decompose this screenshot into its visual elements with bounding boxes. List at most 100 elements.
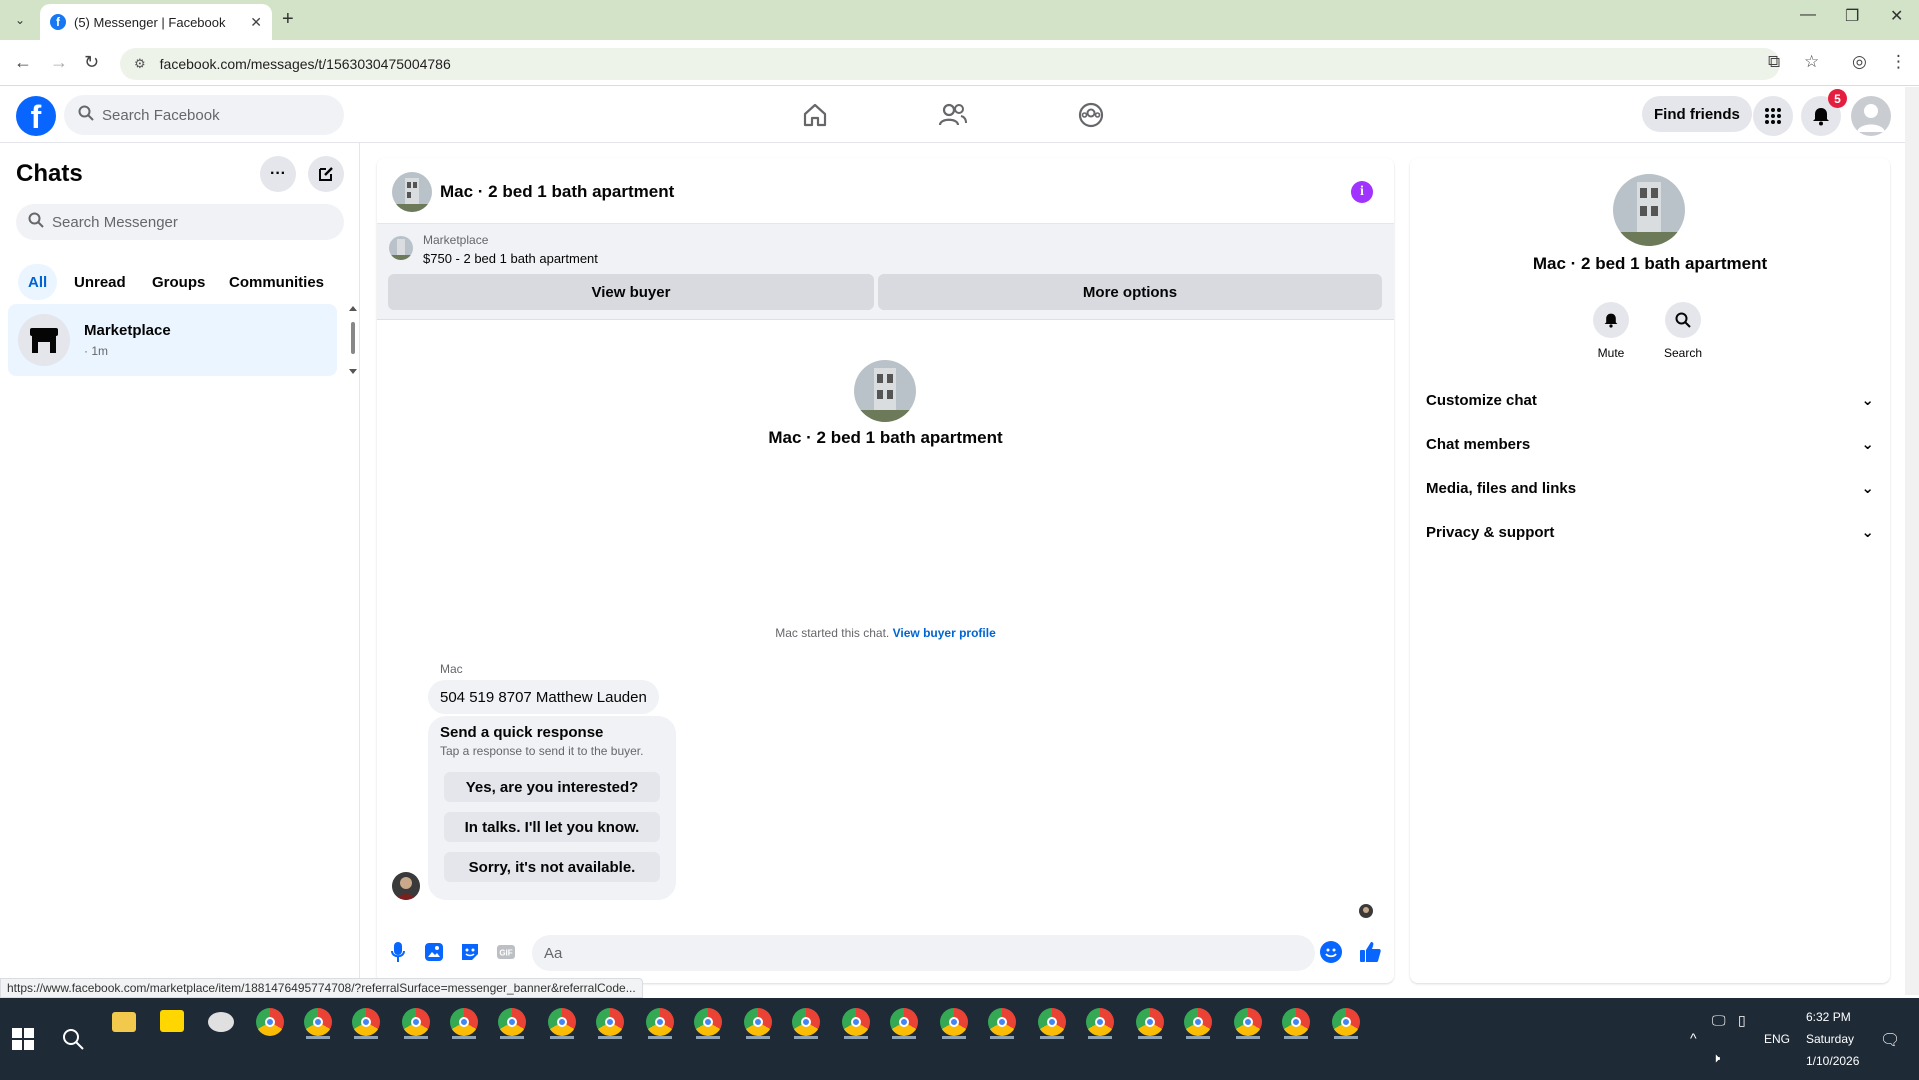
clock-day[interactable]: Saturday [1806, 1032, 1854, 1046]
chrome-taskbar-icon[interactable] [1282, 1008, 1310, 1036]
chrome-taskbar-icon[interactable] [596, 1008, 624, 1036]
chrome-taskbar-icon[interactable] [842, 1008, 870, 1036]
bell-icon[interactable] [1593, 302, 1629, 338]
find-friends-button[interactable]: Find friends [1642, 96, 1752, 132]
chat-list-scrollbar[interactable] [349, 306, 357, 374]
browser-tab[interactable]: f (5) Messenger | Facebook ✕ [40, 4, 272, 40]
filter-all[interactable]: All [18, 264, 58, 300]
emoji-icon[interactable] [1320, 941, 1342, 963]
search-icon[interactable] [1665, 302, 1701, 338]
listing-title[interactable]: $750 - 2 bed 1 bath apartment [423, 251, 598, 266]
new-message-button[interactable] [308, 156, 344, 192]
chrome-taskbar-icon[interactable] [256, 1008, 284, 1036]
more-options-button[interactable]: More options [878, 274, 1382, 310]
home-icon[interactable] [801, 101, 829, 129]
forward-button[interactable]: → [50, 52, 68, 73]
chrome-taskbar-icon[interactable] [940, 1008, 968, 1036]
network-icon[interactable]: 🖵 [1712, 1012, 1726, 1029]
chrome-taskbar-icon[interactable] [1086, 1008, 1114, 1036]
chrome-taskbar-icon[interactable] [402, 1008, 430, 1036]
site-info-icon[interactable]: ⚙ [134, 56, 146, 72]
chrome-taskbar-icon[interactable] [988, 1008, 1016, 1036]
privacy-support-section[interactable]: Privacy & support ⌄ [1410, 510, 1890, 554]
chrome-taskbar-icon[interactable] [1184, 1008, 1212, 1036]
groups-icon[interactable] [1077, 101, 1105, 129]
page-scrollbar[interactable] [1905, 87, 1919, 995]
chat-members-section[interactable]: Chat members ⌄ [1410, 422, 1890, 466]
volume-muted-icon[interactable]: 🕨 [1712, 1050, 1720, 1066]
restore-button[interactable]: ❐ [1845, 6, 1859, 26]
messenger-search-input[interactable]: Search Messenger [16, 204, 344, 240]
tray-expand-icon[interactable]: ^ [1690, 1030, 1697, 1046]
chrome-taskbar-icon[interactable] [890, 1008, 918, 1036]
chrome-taskbar-icon[interactable] [1038, 1008, 1066, 1036]
listing-thumbnail[interactable] [389, 236, 413, 260]
tab-close-icon[interactable]: ✕ [250, 14, 262, 31]
quick-response-option[interactable]: In talks. I'll let you know. [444, 812, 660, 842]
install-app-icon[interactable]: ⧉ [1768, 52, 1780, 72]
battery-icon[interactable]: ▯ [1738, 1012, 1746, 1029]
notification-center-icon[interactable]: 🗨 [1880, 1030, 1900, 1050]
filter-communities[interactable]: Communities [219, 264, 334, 300]
mute-action[interactable]: Mute [1581, 302, 1641, 360]
chrome-taskbar-icon[interactable] [304, 1008, 332, 1036]
profile-icon[interactable]: ◎ [1852, 52, 1867, 72]
chrome-taskbar-icon[interactable] [548, 1008, 576, 1036]
taskbar-search-icon[interactable] [62, 1028, 84, 1056]
reload-button[interactable]: ↻ [84, 52, 99, 73]
info-panel-avatar[interactable] [1613, 174, 1685, 246]
view-buyer-button[interactable]: View buyer [388, 274, 874, 310]
paint-icon[interactable] [208, 1012, 234, 1032]
message-input[interactable]: Aa [532, 935, 1315, 971]
sticker-icon[interactable] [459, 941, 481, 963]
chrome-taskbar-icon[interactable] [450, 1008, 478, 1036]
minimize-button[interactable]: — [1800, 6, 1816, 24]
customize-chat-section[interactable]: Customize chat ⌄ [1410, 378, 1890, 422]
back-button[interactable]: ← [14, 52, 32, 73]
quick-response-option[interactable]: Yes, are you interested? [444, 772, 660, 802]
conversation-info-icon[interactable]: i [1351, 181, 1373, 203]
message-bubble[interactable]: 504 519 8707 Matthew Lauden [428, 680, 659, 714]
photo-attach-icon[interactable] [423, 941, 445, 963]
language-indicator[interactable]: ENG [1764, 1032, 1790, 1046]
facebook-search-input[interactable]: Search Facebook [64, 95, 344, 135]
filter-unread[interactable]: Unread [64, 264, 136, 300]
chrome-taskbar-icon[interactable] [1234, 1008, 1262, 1036]
address-bar[interactable]: ⚙ facebook.com/messages/t/15630304750047… [120, 48, 1780, 80]
chrome-taskbar-icon[interactable] [498, 1008, 526, 1036]
chrome-taskbar-icon[interactable] [1136, 1008, 1164, 1036]
chrome-taskbar-icon[interactable] [352, 1008, 380, 1036]
chrome-taskbar-icon[interactable] [646, 1008, 674, 1036]
thumbs-up-icon[interactable] [1358, 940, 1382, 964]
windows-start-icon[interactable] [12, 1028, 34, 1050]
chrome-taskbar-icon[interactable] [792, 1008, 820, 1036]
account-avatar[interactable] [1851, 96, 1891, 136]
chat-list-item[interactable]: Marketplace · 1m [8, 304, 337, 376]
chrome-taskbar-icon[interactable] [744, 1008, 772, 1036]
friends-icon[interactable] [939, 101, 967, 129]
chrome-taskbar-icon[interactable] [1332, 1008, 1360, 1036]
sticky-notes-icon[interactable] [160, 1010, 184, 1032]
bookmark-star-icon[interactable]: ☆ [1804, 52, 1819, 72]
clock-time[interactable]: 6:32 PM [1806, 1010, 1851, 1024]
media-files-links-section[interactable]: Media, files and links ⌄ [1410, 466, 1890, 510]
facebook-logo-icon[interactable]: f [16, 96, 56, 136]
conversation-avatar[interactable] [392, 172, 432, 212]
filter-groups[interactable]: Groups [142, 264, 215, 300]
view-buyer-profile-link[interactable]: View buyer profile [893, 626, 996, 640]
sender-avatar[interactable] [392, 872, 420, 900]
quick-response-option[interactable]: Sorry, it's not available. [444, 852, 660, 882]
conversation-profile-avatar[interactable] [854, 360, 916, 422]
clock-date[interactable]: 1/10/2026 [1806, 1054, 1859, 1068]
close-window-button[interactable]: ✕ [1890, 6, 1903, 26]
chats-options-button[interactable]: ··· [260, 156, 296, 192]
search-action[interactable]: Search [1653, 302, 1713, 360]
file-explorer-icon[interactable] [112, 1012, 136, 1032]
microphone-icon[interactable] [387, 941, 409, 963]
menu-grid-icon[interactable] [1753, 96, 1793, 136]
chrome-taskbar-icon[interactable] [694, 1008, 722, 1036]
new-tab-button[interactable]: + [282, 8, 294, 31]
tab-search-dropdown[interactable]: ⌄ [8, 8, 32, 32]
gif-icon[interactable]: GIF [495, 941, 517, 963]
browser-menu-icon[interactable]: ⋮ [1890, 52, 1907, 72]
